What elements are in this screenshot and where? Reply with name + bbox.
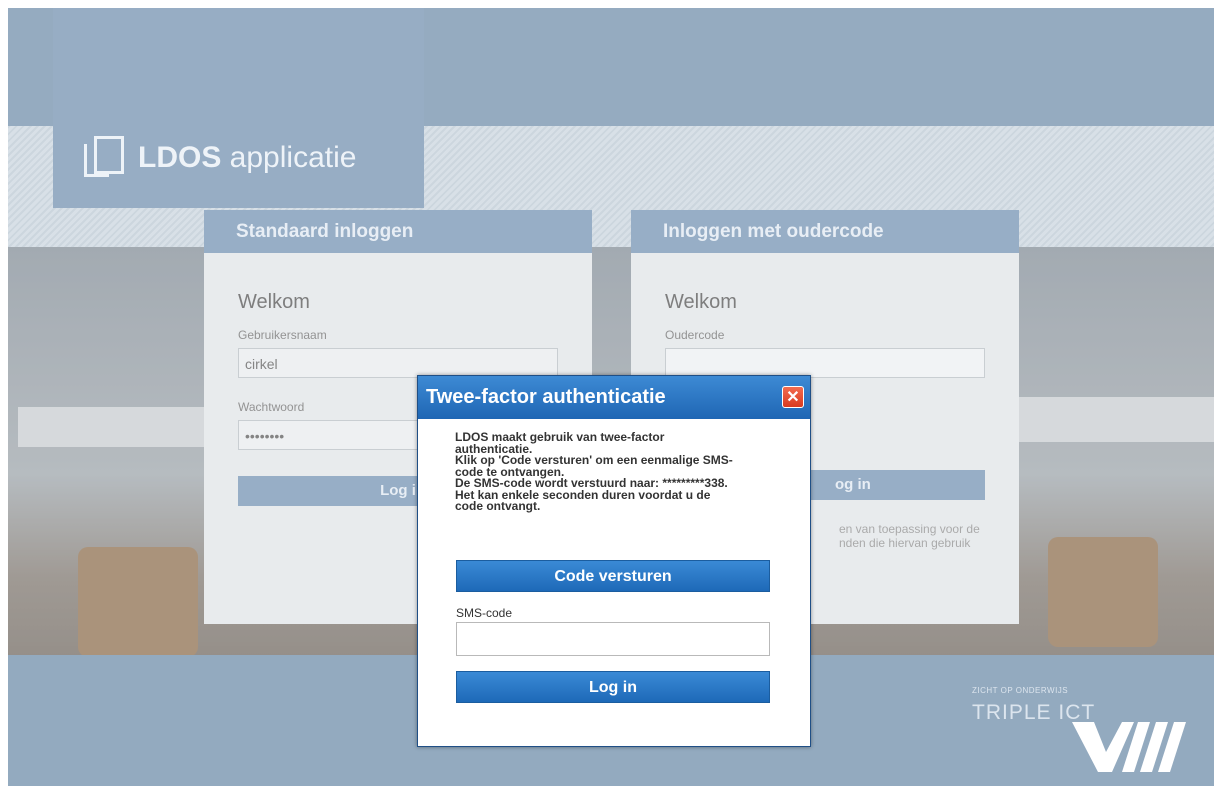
sms-code-input[interactable]	[456, 622, 770, 656]
brand-tagline: ZICHT OP ONDERWIJS	[972, 686, 1069, 695]
dialog-title-bar: Twee-factor authenticatie ✕	[418, 376, 810, 419]
app-logo: LDOS applicatie	[84, 136, 356, 180]
send-code-button[interactable]: Code versturen	[456, 560, 770, 592]
app-window: Standaard inloggen Welkom Gebruikersnaam…	[8, 8, 1214, 786]
triple-ict-mark-icon	[1072, 722, 1186, 772]
dialog-message-line: code ontvangt.	[455, 499, 541, 513]
two-factor-dialog: Twee-factor authenticatie ✕ LDOS maakt g…	[417, 375, 811, 747]
sms-code-label: SMS-code	[456, 606, 513, 620]
dialog-login-button[interactable]: Log in	[456, 671, 770, 703]
dialog-title: Twee-factor authenticatie	[426, 386, 666, 408]
documents-icon	[84, 136, 124, 180]
app-title: LDOS applicatie	[138, 141, 357, 174]
close-icon[interactable]: ✕	[782, 386, 804, 408]
dialog-message: LDOS maakt gebruik van twee-factor authe…	[455, 431, 775, 513]
